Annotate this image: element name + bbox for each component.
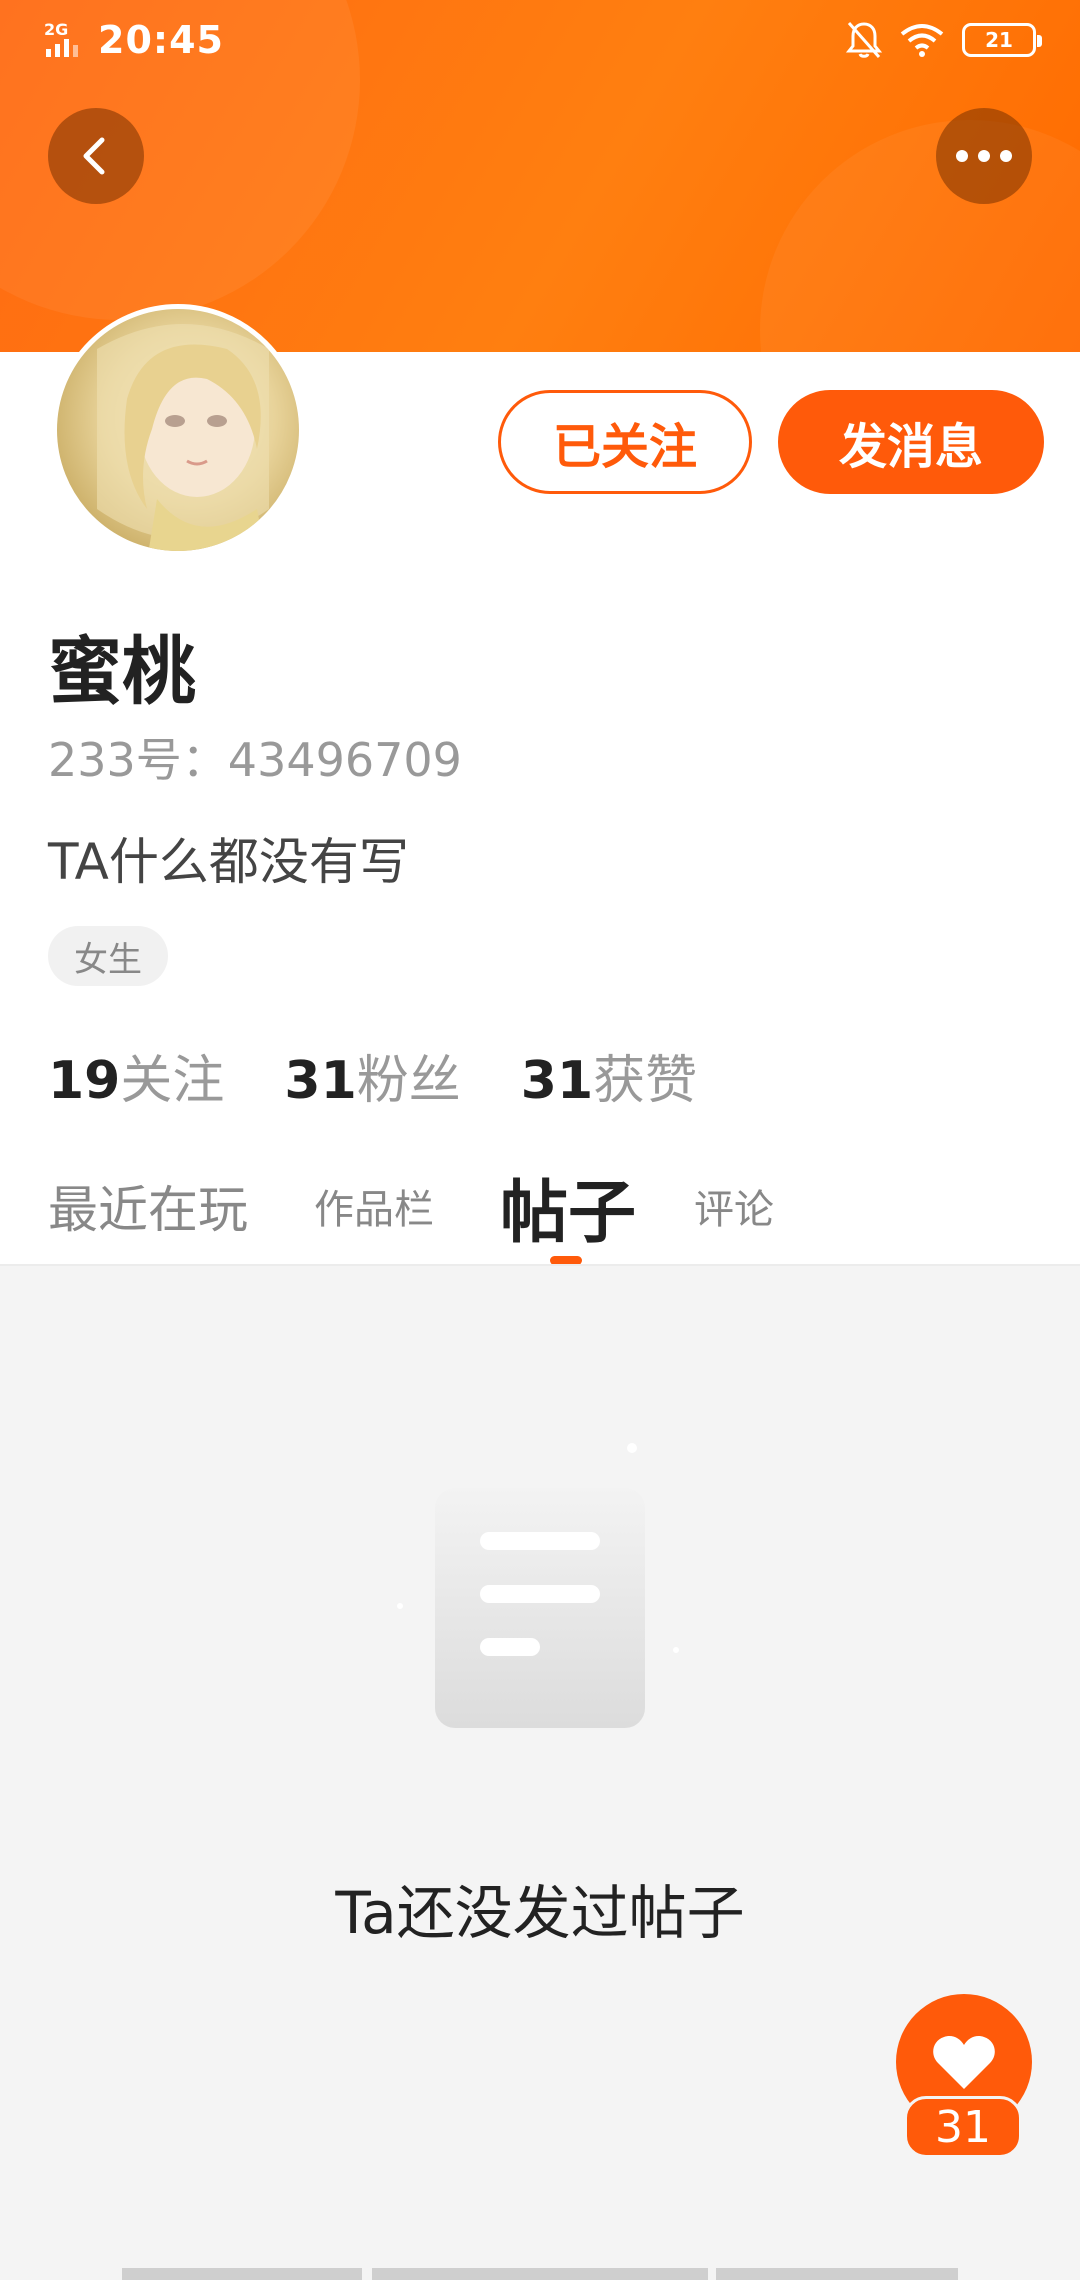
bio: TA什么都没有写 (48, 833, 409, 891)
battery-indicator: 21 (962, 23, 1042, 57)
username: 蜜桃 (48, 629, 196, 715)
followers-stat[interactable]: 31 粉丝 (284, 1038, 460, 1113)
empty-posts-message: Ta还没发过帖子 (335, 1879, 745, 1947)
status-time: 20:45 (98, 18, 224, 62)
tabs-divider (0, 1264, 1080, 1266)
tab-posts[interactable]: 帖子 (500, 1148, 636, 1264)
like-count-badge: 31 (904, 2096, 1022, 2158)
followed-button[interactable]: 已关注 (498, 390, 752, 494)
avatar[interactable] (52, 304, 304, 556)
more-options-button[interactable] (936, 108, 1032, 204)
signal-icon: 2G (44, 20, 78, 57)
avatar-illustration (97, 324, 269, 551)
send-message-button[interactable]: 发消息 (778, 390, 1044, 494)
document-icon (397, 1443, 679, 1728)
tab-works[interactable]: 作品栏 (314, 1148, 434, 1264)
chevron-left-icon (83, 137, 105, 175)
wifi-icon (900, 24, 944, 57)
likes-label: 获赞 (593, 1051, 698, 1111)
bell-off-icon (846, 22, 882, 58)
network-type: 2G (44, 20, 68, 39)
bottom-partial-bar (0, 2268, 1080, 2280)
following-stat[interactable]: 19 关注 (48, 1038, 224, 1113)
likes-stat[interactable]: 31 获赞 (521, 1038, 697, 1113)
tab-recently-played[interactable]: 最近在玩 (48, 1148, 248, 1264)
more-horizontal-icon (956, 150, 1012, 162)
following-label: 关注 (120, 1051, 225, 1111)
user-id: 233号：43496709 (48, 733, 462, 787)
tab-comments[interactable]: 评论 (694, 1148, 774, 1264)
heart-icon (933, 2035, 995, 2089)
back-button[interactable] (48, 108, 144, 204)
profile-stats: 19 关注 31 粉丝 31 获赞 (48, 1038, 697, 1113)
status-bar: 2G 20:45 21 (0, 0, 1080, 84)
followers-label: 粉丝 (356, 1051, 461, 1111)
followers-count: 31 (284, 1051, 357, 1111)
profile-tabs: 最近在玩 作品栏 帖子 评论 (0, 1148, 1080, 1264)
likes-count: 31 (520, 1051, 594, 1111)
gender-tag: 女生 (48, 926, 168, 986)
following-count: 19 (48, 1051, 121, 1111)
